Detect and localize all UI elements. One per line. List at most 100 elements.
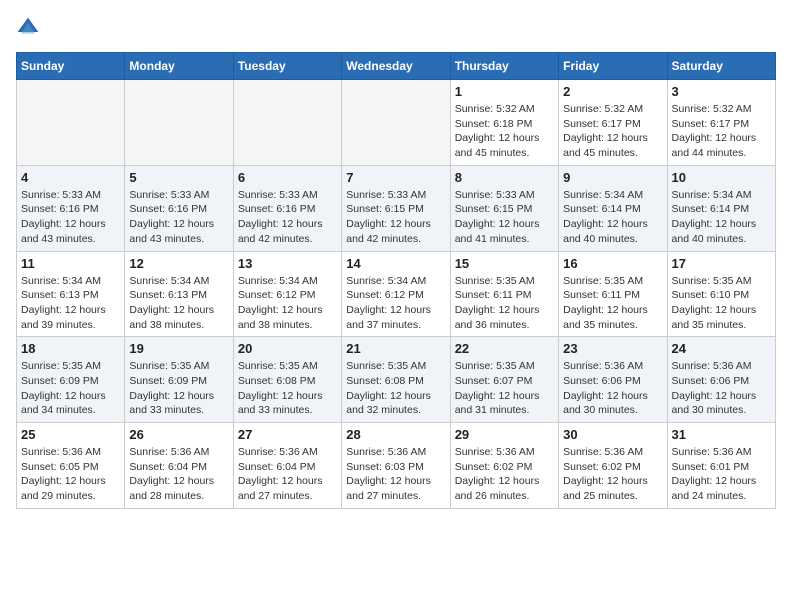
- day-number: 13: [238, 256, 337, 271]
- day-info: Sunrise: 5:36 AM Sunset: 6:04 PM Dayligh…: [129, 445, 228, 504]
- calendar-cell: 14 Sunrise: 5:34 AM Sunset: 6:12 PM Dayli…: [342, 251, 450, 337]
- calendar-cell: 16Sunrise: 5:35 AM Sunset: 6:11 PM Dayli…: [559, 251, 667, 337]
- calendar-week-row: 25 Sunrise: 5:36 AM Sunset: 6:05 PM Dayli…: [17, 423, 776, 509]
- day-info: Sunrise: 5:34 AM Sunset: 6:13 PM Dayligh…: [21, 274, 120, 333]
- day-number: 11: [21, 256, 120, 271]
- day-number: 29: [455, 427, 554, 442]
- calendar-cell: 13Sunrise: 5:34 AM Sunset: 6:12 PM Dayli…: [233, 251, 341, 337]
- day-info: Sunrise: 5:36 AM Sunset: 6:03 PM Dayligh…: [346, 445, 445, 504]
- day-info: Sunrise: 5:32 AM Sunset: 6:17 PM Dayligh…: [672, 102, 771, 161]
- calendar-header-saturday: Saturday: [667, 53, 775, 80]
- day-info: Sunrise: 5:36 AM Sunset: 6:05 PM Dayligh…: [21, 445, 120, 504]
- calendar-cell: [342, 80, 450, 166]
- day-info: Sunrise: 5:35 AM Sunset: 6:11 PM Dayligh…: [563, 274, 662, 333]
- calendar-cell: 27 Sunrise: 5:36 AM Sunset: 6:04 PM Dayli…: [233, 423, 341, 509]
- calendar-cell: 22 Sunrise: 5:35 AM Sunset: 6:07 PM Dayli…: [450, 337, 558, 423]
- day-number: 26: [129, 427, 228, 442]
- calendar-cell: 5 Sunrise: 5:33 AM Sunset: 6:16 PM Daylig…: [125, 165, 233, 251]
- day-info: Sunrise: 5:36 AM Sunset: 6:06 PM Dayligh…: [672, 359, 771, 418]
- day-number: 23: [563, 341, 662, 356]
- day-info: Sunrise: 5:35 AM Sunset: 6:10 PM Dayligh…: [672, 274, 771, 333]
- calendar-week-row: 18 Sunrise: 5:35 AM Sunset: 6:09 PM Dayli…: [17, 337, 776, 423]
- calendar-header-row: SundayMondayTuesdayWednesdayThursdayFrid…: [17, 53, 776, 80]
- day-info: Sunrise: 5:36 AM Sunset: 6:02 PM Dayligh…: [563, 445, 662, 504]
- day-info: Sunrise: 5:36 AM Sunset: 6:02 PM Dayligh…: [455, 445, 554, 504]
- day-number: 3: [672, 84, 771, 99]
- day-info: Sunrise: 5:35 AM Sunset: 6:09 PM Dayligh…: [21, 359, 120, 418]
- calendar-cell: [233, 80, 341, 166]
- logo-icon: [16, 16, 40, 40]
- calendar-cell: 10 Sunrise: 5:34 AM Sunset: 6:14 PM Dayli…: [667, 165, 775, 251]
- calendar-cell: 21Sunrise: 5:35 AM Sunset: 6:08 PM Dayli…: [342, 337, 450, 423]
- day-number: 9: [563, 170, 662, 185]
- day-info: Sunrise: 5:34 AM Sunset: 6:13 PM Dayligh…: [129, 274, 228, 333]
- day-number: 30: [563, 427, 662, 442]
- calendar-table: SundayMondayTuesdayWednesdayThursdayFrid…: [16, 52, 776, 509]
- calendar-week-row: 11 Sunrise: 5:34 AM Sunset: 6:13 PM Dayli…: [17, 251, 776, 337]
- day-number: 15: [455, 256, 554, 271]
- day-info: Sunrise: 5:33 AM Sunset: 6:15 PM Dayligh…: [346, 188, 445, 247]
- calendar-cell: 17Sunrise: 5:35 AM Sunset: 6:10 PM Dayli…: [667, 251, 775, 337]
- calendar-cell: 7 Sunrise: 5:33 AM Sunset: 6:15 PM Daylig…: [342, 165, 450, 251]
- day-info: Sunrise: 5:35 AM Sunset: 6:09 PM Dayligh…: [129, 359, 228, 418]
- calendar-header-thursday: Thursday: [450, 53, 558, 80]
- logo: [16, 16, 44, 40]
- calendar-cell: 11 Sunrise: 5:34 AM Sunset: 6:13 PM Dayli…: [17, 251, 125, 337]
- calendar-header-monday: Monday: [125, 53, 233, 80]
- calendar-cell: 12 Sunrise: 5:34 AM Sunset: 6:13 PM Dayli…: [125, 251, 233, 337]
- day-info: Sunrise: 5:32 AM Sunset: 6:17 PM Dayligh…: [563, 102, 662, 161]
- day-number: 19: [129, 341, 228, 356]
- day-number: 20: [238, 341, 337, 356]
- day-number: 14: [346, 256, 445, 271]
- day-number: 1: [455, 84, 554, 99]
- calendar-cell: [125, 80, 233, 166]
- calendar-header-friday: Friday: [559, 53, 667, 80]
- calendar-cell: [17, 80, 125, 166]
- day-number: 25: [21, 427, 120, 442]
- day-number: 7: [346, 170, 445, 185]
- calendar-week-row: 4 Sunrise: 5:33 AM Sunset: 6:16 PM Daylig…: [17, 165, 776, 251]
- calendar-cell: 19 Sunrise: 5:35 AM Sunset: 6:09 PM Dayli…: [125, 337, 233, 423]
- day-info: Sunrise: 5:34 AM Sunset: 6:14 PM Dayligh…: [672, 188, 771, 247]
- calendar-cell: 24 Sunrise: 5:36 AM Sunset: 6:06 PM Dayli…: [667, 337, 775, 423]
- day-info: Sunrise: 5:32 AM Sunset: 6:18 PM Dayligh…: [455, 102, 554, 161]
- day-number: 5: [129, 170, 228, 185]
- calendar-cell: 23Sunrise: 5:36 AM Sunset: 6:06 PM Dayli…: [559, 337, 667, 423]
- day-info: Sunrise: 5:35 AM Sunset: 6:11 PM Dayligh…: [455, 274, 554, 333]
- day-number: 22: [455, 341, 554, 356]
- calendar-cell: 9 Sunrise: 5:34 AM Sunset: 6:14 PM Daylig…: [559, 165, 667, 251]
- calendar-cell: 3 Sunrise: 5:32 AM Sunset: 6:17 PM Daylig…: [667, 80, 775, 166]
- day-info: Sunrise: 5:33 AM Sunset: 6:16 PM Dayligh…: [21, 188, 120, 247]
- day-number: 28: [346, 427, 445, 442]
- day-info: Sunrise: 5:34 AM Sunset: 6:12 PM Dayligh…: [346, 274, 445, 333]
- day-number: 27: [238, 427, 337, 442]
- day-number: 10: [672, 170, 771, 185]
- day-number: 12: [129, 256, 228, 271]
- page-header: [16, 16, 776, 40]
- day-number: 24: [672, 341, 771, 356]
- calendar-cell: 1 Sunrise: 5:32 AM Sunset: 6:18 PM Daylig…: [450, 80, 558, 166]
- day-info: Sunrise: 5:36 AM Sunset: 6:04 PM Dayligh…: [238, 445, 337, 504]
- day-number: 18: [21, 341, 120, 356]
- calendar-cell: 20Sunrise: 5:35 AM Sunset: 6:08 PM Dayli…: [233, 337, 341, 423]
- calendar-cell: 31Sunrise: 5:36 AM Sunset: 6:01 PM Dayli…: [667, 423, 775, 509]
- day-number: 4: [21, 170, 120, 185]
- calendar-header-tuesday: Tuesday: [233, 53, 341, 80]
- calendar-cell: 18 Sunrise: 5:35 AM Sunset: 6:09 PM Dayli…: [17, 337, 125, 423]
- day-info: Sunrise: 5:34 AM Sunset: 6:14 PM Dayligh…: [563, 188, 662, 247]
- calendar-cell: 29 Sunrise: 5:36 AM Sunset: 6:02 PM Dayli…: [450, 423, 558, 509]
- day-info: Sunrise: 5:33 AM Sunset: 6:16 PM Dayligh…: [129, 188, 228, 247]
- calendar-cell: 4 Sunrise: 5:33 AM Sunset: 6:16 PM Daylig…: [17, 165, 125, 251]
- calendar-cell: 15 Sunrise: 5:35 AM Sunset: 6:11 PM Dayli…: [450, 251, 558, 337]
- calendar-cell: 26 Sunrise: 5:36 AM Sunset: 6:04 PM Dayli…: [125, 423, 233, 509]
- day-number: 8: [455, 170, 554, 185]
- day-info: Sunrise: 5:33 AM Sunset: 6:15 PM Dayligh…: [455, 188, 554, 247]
- day-number: 2: [563, 84, 662, 99]
- calendar-cell: 8 Sunrise: 5:33 AM Sunset: 6:15 PM Daylig…: [450, 165, 558, 251]
- day-number: 21: [346, 341, 445, 356]
- calendar-cell: 28 Sunrise: 5:36 AM Sunset: 6:03 PM Dayli…: [342, 423, 450, 509]
- calendar-header-wednesday: Wednesday: [342, 53, 450, 80]
- day-number: 6: [238, 170, 337, 185]
- day-info: Sunrise: 5:35 AM Sunset: 6:07 PM Dayligh…: [455, 359, 554, 418]
- calendar-cell: 6Sunrise: 5:33 AM Sunset: 6:16 PM Daylig…: [233, 165, 341, 251]
